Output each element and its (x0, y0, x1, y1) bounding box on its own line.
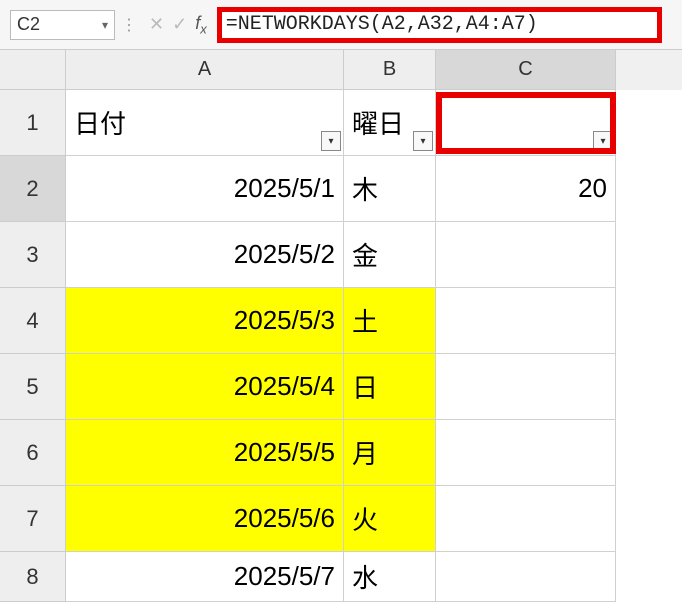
cell-text: 2025/5/6 (234, 503, 335, 534)
column-headers: A B C (0, 50, 682, 90)
table-row: 8 2025/5/7 水 (0, 552, 682, 602)
formula-controls: ✕ ✓ fx (143, 13, 213, 37)
select-all-corner[interactable] (0, 50, 66, 90)
cell-C1[interactable]: ▾ (436, 90, 616, 156)
table-row: 3 2025/5/2 金 (0, 222, 682, 288)
table-row: 4 2025/5/3 土 (0, 288, 682, 354)
cell-A2[interactable]: 2025/5/1 (66, 156, 344, 222)
formula-bar: C2 ▾ ⋮ ✕ ✓ fx =NETWORKDAYS(A2,A32,A4:A7) (0, 0, 682, 50)
cell-A4[interactable]: 2025/5/3 (66, 288, 344, 354)
cell-B1[interactable]: 曜日 ▾ (344, 90, 436, 156)
row-header-1[interactable]: 1 (0, 90, 66, 156)
cell-A7[interactable]: 2025/5/6 (66, 486, 344, 552)
name-box-value: C2 (17, 14, 40, 35)
enter-icon[interactable]: ✓ (172, 14, 187, 35)
name-box[interactable]: C2 ▾ (10, 10, 115, 40)
table-row: 5 2025/5/4 日 (0, 354, 682, 420)
cell-text: 2025/5/2 (234, 239, 335, 270)
cell-B7[interactable]: 火 (344, 486, 436, 552)
cell-text: 日 (352, 368, 378, 405)
table-row: 7 2025/5/6 火 (0, 486, 682, 552)
cell-C7[interactable] (436, 486, 616, 552)
col-header-A[interactable]: A (66, 50, 344, 90)
cell-text: 2025/5/1 (234, 173, 335, 204)
cell-text: 月 (352, 434, 378, 471)
row-header-8[interactable]: 8 (0, 552, 66, 602)
filter-button-C[interactable]: ▾ (593, 131, 613, 151)
table-row: 6 2025/5/5 月 (0, 420, 682, 486)
cell-text: 曜日 (352, 104, 404, 141)
formula-input-highlight: =NETWORKDAYS(A2,A32,A4:A7) (217, 7, 662, 43)
col-header-C[interactable]: C (436, 50, 616, 90)
cell-text: 2025/5/5 (234, 437, 335, 468)
cell-text: 2025/5/3 (234, 305, 335, 336)
row-header-7[interactable]: 7 (0, 486, 66, 552)
cell-text: 金 (352, 236, 378, 273)
table-row: 1 日付 ▾ 曜日 ▾ ▾ (0, 90, 682, 156)
name-box-dropdown-icon[interactable]: ▾ (102, 18, 108, 32)
spreadsheet-grid: A B C 1 日付 ▾ 曜日 ▾ ▾ 2 2025/5/1 木 20 3 20… (0, 50, 682, 602)
cell-A1[interactable]: 日付 ▾ (66, 90, 344, 156)
cell-B3[interactable]: 金 (344, 222, 436, 288)
cell-text: 2025/5/4 (234, 371, 335, 402)
cell-text: 木 (352, 170, 378, 207)
row-header-4[interactable]: 4 (0, 288, 66, 354)
filter-button-B[interactable]: ▾ (413, 131, 433, 151)
cell-text: 水 (352, 558, 378, 595)
cell-A8[interactable]: 2025/5/7 (66, 552, 344, 602)
cancel-icon[interactable]: ✕ (149, 14, 164, 35)
cell-C2[interactable]: 20 (436, 156, 616, 222)
table-row: 2 2025/5/1 木 20 (0, 156, 682, 222)
cell-text: 日付 (74, 104, 126, 141)
cell-C5[interactable] (436, 354, 616, 420)
cell-text: 火 (352, 500, 378, 537)
cell-B5[interactable]: 日 (344, 354, 436, 420)
formula-input[interactable]: =NETWORKDAYS(A2,A32,A4:A7) (226, 13, 538, 36)
separator: ⋮ (115, 15, 143, 35)
row-header-3[interactable]: 3 (0, 222, 66, 288)
row-header-6[interactable]: 6 (0, 420, 66, 486)
cell-A6[interactable]: 2025/5/5 (66, 420, 344, 486)
row-header-5[interactable]: 5 (0, 354, 66, 420)
fx-icon[interactable]: fx (195, 13, 207, 37)
cell-C3[interactable] (436, 222, 616, 288)
col-header-B[interactable]: B (344, 50, 436, 90)
cell-B8[interactable]: 水 (344, 552, 436, 602)
cell-B2[interactable]: 木 (344, 156, 436, 222)
cell-B4[interactable]: 土 (344, 288, 436, 354)
cell-C6[interactable] (436, 420, 616, 486)
cell-A5[interactable]: 2025/5/4 (66, 354, 344, 420)
cell-B6[interactable]: 月 (344, 420, 436, 486)
cell-A3[interactable]: 2025/5/2 (66, 222, 344, 288)
cell-text: 20 (578, 173, 607, 204)
cell-C4[interactable] (436, 288, 616, 354)
cell-text: 土 (352, 302, 378, 339)
row-header-2[interactable]: 2 (0, 156, 66, 222)
cell-C8[interactable] (436, 552, 616, 602)
filter-button-A[interactable]: ▾ (321, 131, 341, 151)
